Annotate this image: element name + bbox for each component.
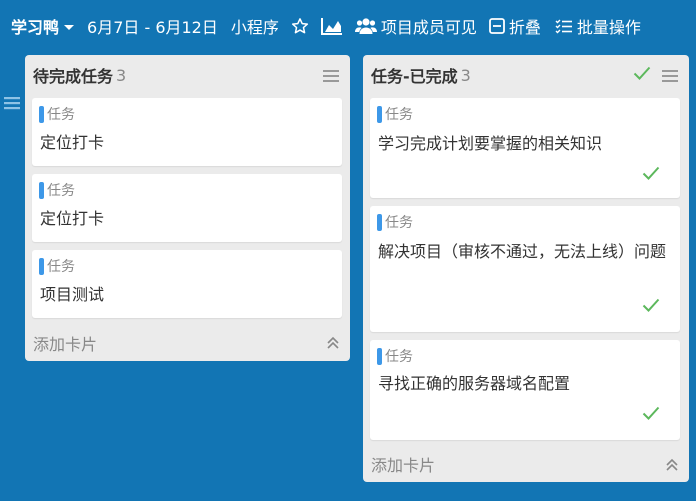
column-count: 3 xyxy=(460,65,471,85)
tag-color-bar xyxy=(377,105,382,123)
column-title: 任务-已完成 xyxy=(371,67,458,86)
list-check-icon xyxy=(555,18,573,34)
tag-color-bar xyxy=(39,105,44,123)
column-count: 3 xyxy=(116,65,127,85)
mini-program-link[interactable]: 小程序 xyxy=(231,14,279,38)
tag-color-bar xyxy=(39,181,44,199)
menu-icon[interactable] xyxy=(323,68,339,87)
card-title: 学习完成计划要掌握的相关知识 xyxy=(378,134,603,153)
tag-label: 任务 xyxy=(47,259,75,275)
card-title: 解决项目（审核不通过，无法上线）问题 xyxy=(378,242,667,261)
card-title: 项目测试 xyxy=(40,285,105,304)
card-tag: 任务 xyxy=(377,346,413,366)
tag-label: 任务 xyxy=(47,107,75,123)
task-card[interactable]: 任务 项目测试 xyxy=(32,250,342,318)
fold-button[interactable]: 折叠 xyxy=(489,14,541,38)
tag-label: 任务 xyxy=(385,107,413,123)
side-menu-icon[interactable] xyxy=(4,95,20,114)
tag-label: 任务 xyxy=(385,349,413,365)
fold-label: 折叠 xyxy=(508,18,541,37)
menu-icon[interactable] xyxy=(662,68,678,87)
members-visible-label: 项目成员可见 xyxy=(380,18,477,37)
card-title: 定位打卡 xyxy=(40,209,105,228)
card-title: 定位打卡 xyxy=(40,133,105,152)
card-tag: 任务 xyxy=(39,180,75,200)
check-icon[interactable] xyxy=(642,165,660,185)
card-tag: 任务 xyxy=(377,212,413,232)
users-icon xyxy=(354,17,377,35)
batch-operation-label: 批量操作 xyxy=(576,18,641,37)
card-title: 寻找正确的服务器域名配置 xyxy=(378,374,571,393)
collapse-up-icon[interactable] xyxy=(326,335,340,354)
column-header: 待完成任务 3 xyxy=(25,55,350,95)
chart-icon[interactable] xyxy=(320,17,343,35)
column-title: 待完成任务 xyxy=(33,67,114,86)
tag-color-bar xyxy=(39,257,44,275)
tag-color-bar xyxy=(377,213,382,231)
task-card[interactable]: 任务 学习完成计划要掌握的相关知识 xyxy=(370,98,680,198)
card-tag: 任务 xyxy=(39,104,75,124)
column-header: 任务-已完成 3 xyxy=(363,55,689,95)
add-card-button[interactable]: 添加卡片 xyxy=(33,331,97,355)
chevron-down-icon xyxy=(64,24,75,30)
star-icon[interactable] xyxy=(291,17,309,35)
project-switcher[interactable]: 学习鸭 xyxy=(11,14,75,38)
project-name: 学习鸭 xyxy=(11,18,60,37)
card-tag: 任务 xyxy=(39,256,75,276)
add-card-button[interactable]: 添加卡片 xyxy=(371,452,435,476)
column-todo: 待完成任务 3 任务 定位打卡 任务 定位打卡 任务 项目测试 添加卡片 xyxy=(25,55,350,361)
top-bar: 学习鸭 6月7日 - 6月12日 小程序 项目成员可见 折叠 批量操作 xyxy=(0,0,696,52)
task-card[interactable]: 任务 定位打卡 xyxy=(32,98,342,166)
check-icon[interactable] xyxy=(642,405,660,425)
task-card[interactable]: 任务 定位打卡 xyxy=(32,174,342,242)
check-icon[interactable] xyxy=(642,297,660,317)
date-range[interactable]: 6月7日 - 6月12日 xyxy=(87,14,218,38)
column-done: 任务-已完成 3 任务 学习完成计划要掌握的相关知识 任务 解决项目（审核不通过… xyxy=(363,55,689,482)
fold-icon xyxy=(489,18,505,34)
tag-color-bar xyxy=(377,347,382,365)
tag-label: 任务 xyxy=(47,183,75,199)
tag-label: 任务 xyxy=(385,215,413,231)
collapse-up-icon[interactable] xyxy=(665,457,679,476)
batch-operation-button[interactable]: 批量操作 xyxy=(555,14,641,38)
task-card[interactable]: 任务 解决项目（审核不通过，无法上线）问题 xyxy=(370,206,680,332)
card-tag: 任务 xyxy=(377,104,413,124)
check-icon[interactable] xyxy=(633,65,651,85)
members-visible-button[interactable]: 项目成员可见 xyxy=(354,14,477,38)
task-card[interactable]: 任务 寻找正确的服务器域名配置 xyxy=(370,340,680,440)
